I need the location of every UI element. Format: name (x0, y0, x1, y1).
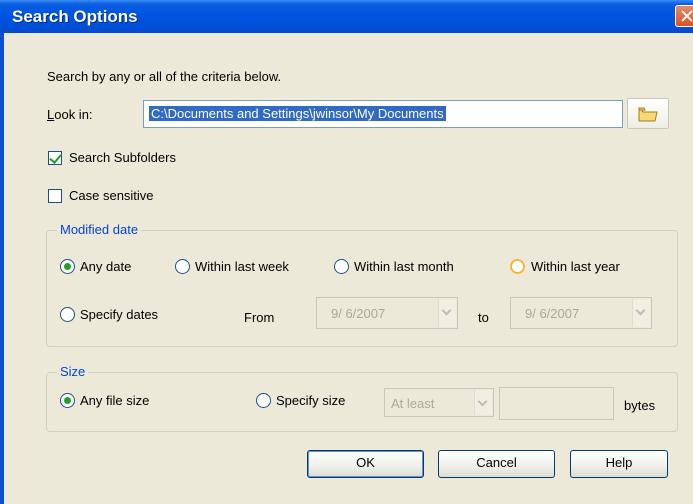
chevron-down-icon[interactable] (632, 299, 650, 327)
size-comparison-select[interactable]: At least (384, 388, 494, 417)
to-label: to (478, 310, 489, 325)
look-in-label: Look in: (47, 107, 93, 122)
modified-date-group (46, 230, 678, 347)
size-bytes-input[interactable] (499, 387, 614, 420)
intro-text: Search by any or all of the criteria bel… (47, 69, 282, 84)
browse-folder-button[interactable] (627, 98, 669, 129)
case-sensitive-checkbox[interactable] (48, 189, 62, 203)
search-subfolders-label[interactable]: Search Subfolders (69, 150, 176, 165)
within-last-week-label[interactable]: Within last week (195, 259, 289, 274)
within-last-week-radio[interactable] (175, 259, 190, 274)
radio-selected-icon (64, 397, 71, 404)
within-last-month-label[interactable]: Within last month (354, 259, 454, 274)
specify-dates-radio[interactable] (60, 307, 75, 322)
title-bar[interactable]: Search Options (0, 0, 693, 33)
help-button[interactable]: Help (570, 450, 668, 478)
window-frame (0, 33, 4, 504)
chevron-down-icon[interactable] (438, 299, 456, 327)
look-in-field[interactable]: C:\Documents and Settings\jwinsor\My Doc… (143, 100, 623, 128)
from-label: From (244, 310, 275, 325)
from-date-picker[interactable]: 9/ 6/2007 (316, 297, 458, 329)
dialog-title: Search Options (12, 7, 138, 26)
look-in-value: C:\Documents and Settings\jwinsor\My Doc… (149, 106, 446, 121)
within-last-month-radio[interactable] (334, 259, 349, 274)
any-date-label[interactable]: Any date (80, 259, 131, 274)
chevron-down-icon[interactable] (474, 390, 492, 415)
specify-size-radio[interactable] (256, 393, 271, 408)
close-icon[interactable] (675, 5, 693, 27)
bytes-label: bytes (624, 398, 656, 413)
folder-icon (638, 107, 658, 122)
check-icon (49, 151, 62, 164)
modified-date-legend: Modified date (57, 222, 142, 237)
ok-button[interactable]: OK (307, 450, 424, 478)
to-date-value: 9/ 6/2007 (525, 306, 580, 321)
from-date-value: 9/ 6/2007 (331, 306, 386, 321)
size-comparison-value: At least (391, 396, 435, 411)
radio-selected-icon (64, 263, 71, 270)
any-date-radio[interactable] (60, 259, 75, 274)
any-file-size-label[interactable]: Any file size (80, 393, 149, 408)
within-last-year-label[interactable]: Within last year (531, 259, 620, 274)
cancel-button[interactable]: Cancel (438, 450, 555, 478)
any-file-size-radio[interactable] (60, 393, 75, 408)
search-subfolders-checkbox[interactable] (48, 151, 62, 165)
size-legend: Size (57, 364, 89, 379)
case-sensitive-label[interactable]: Case sensitive (69, 188, 154, 203)
specify-dates-label[interactable]: Specify dates (80, 307, 158, 322)
to-date-picker[interactable]: 9/ 6/2007 (510, 297, 652, 329)
specify-size-label[interactable]: Specify size (276, 393, 345, 408)
within-last-year-radio[interactable] (510, 259, 525, 274)
